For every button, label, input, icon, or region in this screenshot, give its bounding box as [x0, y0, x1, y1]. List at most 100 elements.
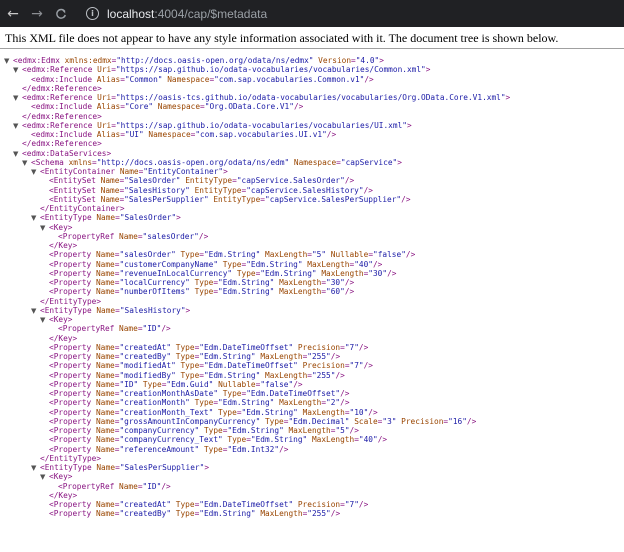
xml-line: <Property Name="modifiedAt" Type="Edm.Da… — [0, 361, 624, 370]
site-info-icon[interactable]: i — [86, 7, 99, 20]
url-host: localhost — [107, 6, 155, 21]
collapse-toggle-icon[interactable]: ▼ — [22, 159, 31, 167]
xml-element-text: <edmx:Reference Uri="https://sap.github.… — [22, 120, 412, 130]
xml-element-text: <Property Name="companyCurrency_Text" Ty… — [49, 435, 388, 445]
xml-line: <PropertyRef Name="ID"/> — [0, 324, 624, 333]
xml-line: <edmx:Include Alias="UI" Namespace="com.… — [0, 130, 624, 139]
xml-line: ▼ <Key> — [0, 223, 624, 232]
xml-line: </EntityType> — [0, 454, 624, 463]
xml-element-text: <edmx:Edmx xmlns:edmx="http://docs.oasis… — [13, 56, 384, 65]
xml-element-text: <Property Name="createdBy" Type="Edm.Str… — [49, 352, 341, 361]
xml-line: <EntitySet Name="SalesHistory" EntityTyp… — [0, 186, 624, 195]
xml-element-text: <Property Name="salesOrder" Type="Edm.St… — [49, 250, 416, 260]
xml-element-text: <Key> — [49, 315, 73, 324]
xml-line: <EntitySet Name="SalesOrder" EntityType=… — [0, 176, 624, 185]
xml-line: <PropertyRef Name="ID"/> — [0, 482, 624, 491]
xml-line: </Key> — [0, 491, 624, 500]
xml-element-text: <edmx:Include Alias="UI" Namespace="com.… — [31, 130, 337, 139]
collapse-toggle-icon[interactable]: ▼ — [13, 66, 22, 74]
xml-style-notice: This XML file does not appear to have an… — [5, 31, 559, 45]
xml-line: <Property Name="createdBy" Type="Edm.Str… — [0, 509, 624, 518]
forward-arrow-icon[interactable]: → — [28, 5, 46, 23]
browser-toolbar: ← → i localhost:4004/cap/$metadata — [0, 0, 624, 27]
collapse-toggle-icon[interactable]: ▼ — [13, 150, 22, 158]
xml-element-text: <Property Name="createdAt" Type="Edm.Dat… — [49, 342, 369, 352]
collapse-toggle-icon[interactable]: ▼ — [31, 214, 40, 222]
back-arrow-icon[interactable]: ← — [4, 5, 22, 23]
xml-line: <Property Name="revenueInLocalCurrency" … — [0, 269, 624, 278]
xml-line: ▼ <edmx:DataServices> — [0, 149, 624, 158]
collapse-toggle-icon[interactable]: ▼ — [40, 316, 49, 324]
xml-line: ▼ <EntityType Name="SalesOrder"> — [0, 213, 624, 222]
xml-element-text: <EntitySet Name="SalesPerSupplier" Entit… — [49, 194, 411, 204]
reload-icon[interactable] — [52, 5, 70, 23]
xml-line: <EntitySet Name="SalesPerSupplier" Entit… — [0, 195, 624, 204]
xml-line: <Property Name="createdAt" Type="Edm.Dat… — [0, 500, 624, 509]
collapse-toggle-icon[interactable]: ▼ — [40, 473, 49, 481]
xml-line: </edmx:Reference> — [0, 84, 624, 93]
xml-element-text: <EntityType Name="SalesPerSupplier"> — [40, 463, 210, 472]
xml-line: <Property Name="creationMonthAsDate" Typ… — [0, 389, 624, 398]
notice-divider — [0, 48, 624, 49]
xml-line: </Key> — [0, 241, 624, 250]
xml-line: <Property Name="createdAt" Type="Edm.Dat… — [0, 343, 624, 352]
xml-line: ▼ <edmx:Reference Uri="https://sap.github… — [0, 65, 624, 74]
xml-element-text: </Key> — [49, 490, 78, 500]
collapse-toggle-icon[interactable]: ▼ — [31, 464, 40, 472]
xml-line: <Property Name="modifiedBy" Type="Edm.St… — [0, 371, 624, 380]
xml-element-text: <edmx:Include Alias="Common" Namespace="… — [31, 74, 374, 84]
xml-line: <Property Name="ID" Type="Edm.Guid" Null… — [0, 380, 624, 389]
xml-element-text: </EntityType> — [40, 453, 102, 463]
xml-line: <Property Name="numberOfItems" Type="Edm… — [0, 287, 624, 296]
collapse-toggle-icon[interactable]: ▼ — [13, 122, 22, 130]
xml-element-text: <Property Name="creationMonth_Text" Type… — [49, 407, 378, 417]
xml-line: ▼ <EntityContainer Name="EntityContainer"… — [0, 167, 624, 176]
xml-element-text: <Key> — [49, 222, 73, 232]
xml-element-text: <Property Name="creationMonth" Type="Edm… — [49, 398, 350, 408]
xml-line: <Property Name="customerCompanyName" Typ… — [0, 260, 624, 269]
xml-line: ▼ <Key> — [0, 472, 624, 481]
xml-element-text: <Property Name="modifiedAt" Type="Edm.Da… — [49, 361, 373, 371]
xml-element-text: </edmx:Reference> — [22, 139, 102, 149]
url-path: :4004/cap/$metadata — [154, 6, 268, 21]
collapse-toggle-icon[interactable]: ▼ — [40, 224, 49, 232]
xml-line: <Property Name="salesOrder" Type="Edm.St… — [0, 250, 624, 259]
xml-element-text: <Property Name="grossAmountInCompanyCurr… — [49, 416, 477, 426]
collapse-toggle-icon[interactable]: ▼ — [13, 94, 22, 102]
xml-element-text: </edmx:Reference> — [22, 111, 102, 121]
xml-element-text: <edmx:DataServices> — [22, 148, 112, 158]
xml-element-text: <edmx:Reference Uri="https://sap.github.… — [22, 65, 431, 75]
xml-element-text: <Property Name="creationMonthAsDate" Typ… — [49, 389, 350, 398]
xml-element-text: <Property Name="modifiedBy" Type="Edm.St… — [49, 370, 345, 380]
xml-element-text: <EntityContainer Name="EntityContainer"> — [40, 167, 228, 176]
xml-element-text: </Key> — [49, 241, 78, 250]
collapse-toggle-icon[interactable]: ▼ — [31, 168, 40, 176]
xml-element-text: <PropertyRef Name="ID"/> — [58, 481, 171, 491]
xml-element-text: </EntityContainer> — [40, 204, 125, 213]
xml-line: ▼ <Key> — [0, 315, 624, 324]
xml-element-text: </edmx:Reference> — [22, 83, 102, 93]
xml-element-text: <Property Name="createdAt" Type="Edm.Dat… — [49, 500, 369, 509]
xml-line: </Key> — [0, 334, 624, 343]
collapse-toggle-icon[interactable]: ▼ — [4, 57, 13, 65]
xml-element-text: <edmx:Reference Uri="https://oasis-tcs.g… — [22, 93, 511, 102]
xml-element-text: <Property Name="ID" Type="Edm.Guid" Null… — [49, 379, 303, 389]
xml-element-text: <PropertyRef Name="ID"/> — [58, 324, 171, 334]
collapse-toggle-icon[interactable]: ▼ — [31, 307, 40, 315]
address-bar[interactable]: localhost:4004/cap/$metadata — [107, 7, 267, 21]
xml-element-text: <EntitySet Name="SalesHistory" EntityTyp… — [49, 185, 373, 195]
xml-element-text: <edmx:Include Alias="Core" Namespace="Or… — [31, 102, 304, 112]
xml-line: <Property Name="companyCurrency_Text" Ty… — [0, 435, 624, 444]
xml-element-text: <Schema xmlns="http://docs.oasis-open.or… — [31, 157, 402, 167]
xml-line: ▼ <EntityType Name="SalesPerSupplier"> — [0, 463, 624, 472]
xml-line: <Property Name="referenceAmount" Type="E… — [0, 445, 624, 454]
xml-element-text: <Property Name="numberOfItems" Type="Edm… — [49, 287, 355, 297]
xml-line: <Property Name="companyCurrency" Type="E… — [0, 426, 624, 435]
xml-line: <Property Name="localCurrency" Type="Edm… — [0, 278, 624, 287]
xml-line: <Property Name="createdBy" Type="Edm.Str… — [0, 352, 624, 361]
xml-line: ▼ <EntityType Name="SalesHistory"> — [0, 306, 624, 315]
xml-element-text: <Property Name="createdBy" Type="Edm.Str… — [49, 509, 341, 519]
xml-document-tree: ▼ <edmx:Edmx xmlns:edmx="http://docs.oasi… — [0, 56, 624, 519]
xml-line: </EntityContainer> — [0, 204, 624, 213]
xml-element-text: <EntityType Name="SalesOrder"> — [40, 213, 181, 223]
